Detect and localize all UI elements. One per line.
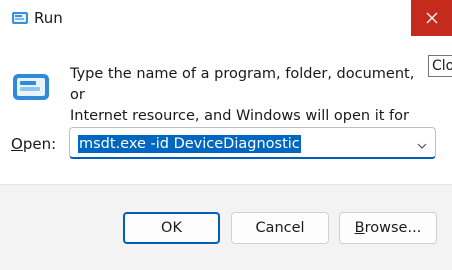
close-button[interactable]	[411, 0, 452, 36]
open-input-value[interactable]: msdt.exe -id DeviceDiagnostic	[78, 135, 301, 153]
open-label-accelerator: O	[11, 135, 23, 153]
run-icon-large	[12, 72, 50, 102]
browse-label-rest: rowse...	[364, 220, 422, 236]
run-dialog: Run Clo Type the name of a program, fold…	[0, 0, 452, 270]
ok-button[interactable]: OK	[123, 212, 220, 244]
title-bar[interactable]: Run	[0, 0, 452, 36]
window-title: Run	[34, 9, 63, 27]
close-tooltip: Clo	[428, 55, 452, 77]
browse-button[interactable]: Browse...	[339, 212, 437, 244]
chevron-down-icon[interactable]	[416, 137, 428, 149]
run-icon	[10, 8, 30, 28]
browse-accelerator: B	[354, 220, 365, 236]
open-label: Open:	[11, 134, 56, 154]
button-bar: OK Cancel Browse...	[0, 184, 452, 270]
instructions-line-1: Type the name of a program, folder, docu…	[70, 66, 415, 103]
close-icon	[426, 9, 438, 28]
cancel-button[interactable]: Cancel	[231, 212, 329, 244]
open-label-rest: pen:	[22, 135, 57, 153]
open-combobox[interactable]: msdt.exe -id DeviceDiagnostic	[69, 127, 436, 159]
